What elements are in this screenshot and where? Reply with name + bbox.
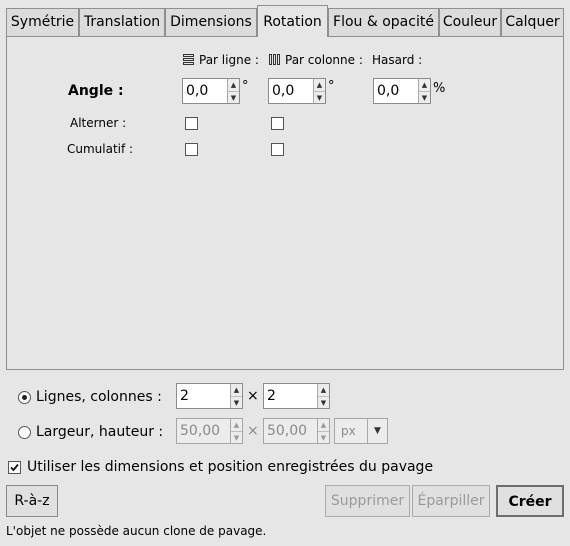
- angle-random-spin[interactable]: 0,0 ▲ ▼: [373, 78, 431, 104]
- percent-unit: %: [433, 81, 446, 96]
- width-spin[interactable]: 50,00 ▲ ▼: [176, 418, 243, 444]
- cumulative-label: Cumulatif :: [67, 142, 134, 156]
- reset-button[interactable]: R-à-z: [6, 485, 58, 517]
- alternate-label: Alterner :: [70, 116, 127, 130]
- spin-down-icon[interactable]: ▼: [318, 432, 329, 444]
- angle-per-row-value[interactable]: 0,0: [183, 79, 227, 103]
- spin-down-icon[interactable]: ▼: [231, 397, 242, 409]
- spin-up-icon[interactable]: ▲: [318, 384, 329, 397]
- cumulative-per-row-checkbox[interactable]: [185, 143, 198, 156]
- spin-down-icon[interactable]: ▼: [318, 397, 329, 409]
- spin-up-icon[interactable]: ▲: [231, 384, 242, 397]
- spin-up-icon[interactable]: ▲: [318, 419, 329, 432]
- spin-down-icon[interactable]: ▼: [314, 92, 325, 104]
- rotation-panel: Par ligne : Par colonne : Hasard : Angle…: [6, 36, 564, 370]
- angle-per-row-spin[interactable]: 0,0 ▲ ▼: [182, 78, 240, 104]
- cumulative-per-column-checkbox[interactable]: [271, 143, 284, 156]
- checkmark-icon: [10, 463, 19, 472]
- spin-down-icon[interactable]: ▼: [419, 92, 430, 104]
- per-column-header: Par colonne :: [285, 53, 363, 67]
- rows-columns-radio[interactable]: [18, 391, 31, 404]
- tab-symmetry[interactable]: Symétrie: [6, 8, 79, 36]
- rows-icon: [183, 54, 194, 69]
- columns-icon: [269, 54, 280, 69]
- use-saved-label[interactable]: Utiliser les dimensions et position enre…: [27, 459, 433, 475]
- per-row-header: Par ligne :: [199, 53, 259, 67]
- height-spin[interactable]: 50,00 ▲ ▼: [263, 418, 330, 444]
- angle-per-column-spin[interactable]: 0,0 ▲ ▼: [268, 78, 326, 104]
- spin-up-icon[interactable]: ▲: [314, 79, 325, 92]
- columns-value[interactable]: 2: [264, 384, 317, 408]
- width-height-label[interactable]: Largeur, hauteur :: [36, 424, 163, 440]
- tab-color[interactable]: Couleur: [439, 8, 501, 36]
- alternate-per-column-checkbox[interactable]: [271, 117, 284, 130]
- degree-unit: °: [242, 79, 249, 94]
- tab-translation[interactable]: Translation: [79, 8, 165, 36]
- spin-up-icon[interactable]: ▲: [231, 419, 242, 432]
- angle-label: Angle :: [68, 83, 124, 99]
- times-symbol: ×: [247, 423, 259, 439]
- tab-blur-opacity[interactable]: Flou & opacité: [328, 8, 439, 36]
- angle-random-value[interactable]: 0,0: [374, 79, 418, 103]
- tab-trace[interactable]: Calquer: [501, 8, 564, 36]
- degree-unit: °: [328, 79, 335, 94]
- dropdown-arrow-icon[interactable]: ▼: [367, 419, 387, 443]
- tab-rotation[interactable]: Rotation: [257, 5, 328, 37]
- create-button[interactable]: Créer: [496, 485, 564, 517]
- status-text: L'objet ne possède aucun clone de pavage…: [6, 524, 267, 538]
- rows-value[interactable]: 2: [177, 384, 230, 408]
- spin-up-icon[interactable]: ▲: [228, 79, 239, 92]
- use-saved-checkbox[interactable]: [8, 461, 21, 474]
- width-value[interactable]: 50,00: [177, 419, 230, 443]
- width-height-radio[interactable]: [18, 426, 31, 439]
- unit-value[interactable]: px: [335, 419, 367, 443]
- scatter-button[interactable]: Éparpiller: [412, 485, 490, 517]
- height-value[interactable]: 50,00: [264, 419, 317, 443]
- spin-up-icon[interactable]: ▲: [419, 79, 430, 92]
- angle-per-column-value[interactable]: 0,0: [269, 79, 313, 103]
- columns-spin[interactable]: 2 ▲ ▼: [263, 383, 330, 409]
- random-header: Hasard :: [372, 53, 423, 67]
- tab-dimensions[interactable]: Dimensions: [165, 8, 257, 36]
- remove-button[interactable]: Supprimer: [325, 485, 410, 517]
- rows-spin[interactable]: 2 ▲ ▼: [176, 383, 243, 409]
- spin-down-icon[interactable]: ▼: [228, 92, 239, 104]
- unit-select[interactable]: px ▼: [334, 418, 388, 444]
- rows-columns-label[interactable]: Lignes, colonnes :: [36, 389, 162, 405]
- spin-down-icon[interactable]: ▼: [231, 432, 242, 444]
- alternate-per-row-checkbox[interactable]: [185, 117, 198, 130]
- times-symbol: ×: [247, 388, 259, 404]
